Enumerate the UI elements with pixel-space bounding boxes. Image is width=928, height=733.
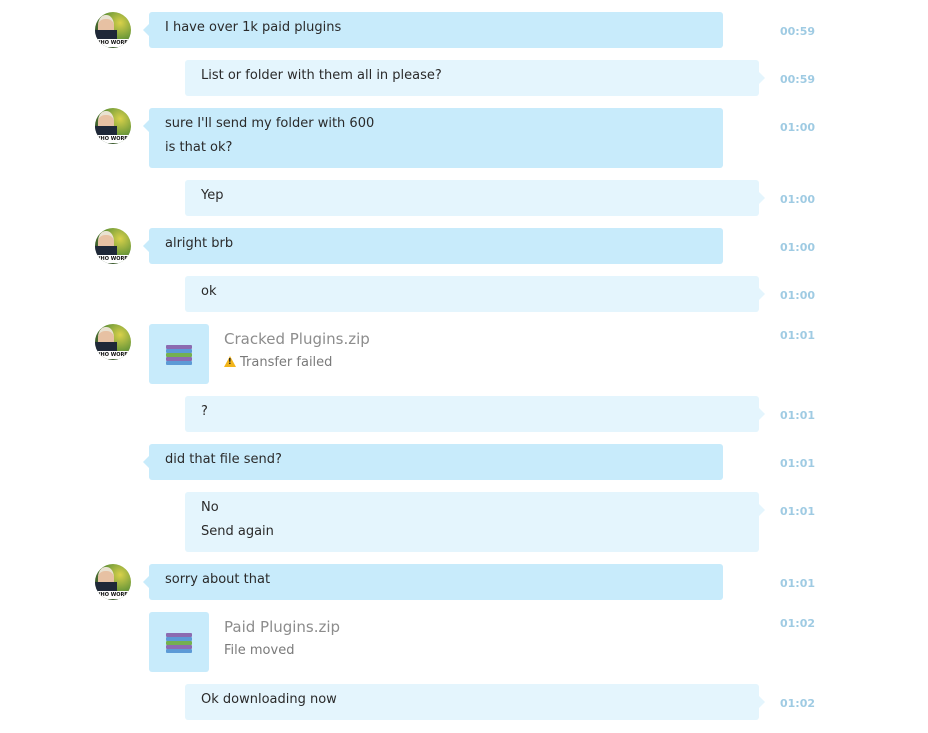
message-text: I have over 1k paid plugins bbox=[165, 20, 342, 35]
message-timestamp: 01:01 bbox=[780, 409, 816, 422]
message-text: is that ok? bbox=[165, 140, 233, 155]
file-status-text: Transfer failed bbox=[240, 355, 333, 370]
contact-avatar[interactable]: WHO WORE IT BETTER bbox=[95, 564, 131, 600]
message-text: ? bbox=[201, 404, 208, 419]
message-timestamp: 01:01 bbox=[780, 505, 816, 518]
contact-avatar[interactable]: WHO WORE IT BETTER bbox=[95, 12, 131, 48]
message-bubble-outgoing[interactable]: No Send again bbox=[185, 492, 765, 552]
message-text: sorry about that bbox=[165, 572, 271, 587]
winrar-archive-icon bbox=[166, 633, 192, 653]
message-bubble-incoming[interactable]: did that file send? bbox=[143, 444, 723, 480]
message-bubble-incoming[interactable]: I have over 1k paid plugins bbox=[143, 12, 723, 48]
avatar-caption: WHO WORE IT BETTER bbox=[95, 255, 131, 263]
message-bubble-outgoing[interactable]: ? bbox=[185, 396, 765, 432]
file-name[interactable]: Paid Plugins.zip bbox=[224, 618, 340, 636]
message-text: Yep bbox=[201, 188, 224, 203]
message-timestamp: 01:01 bbox=[780, 329, 816, 342]
message-bubble-incoming[interactable]: sure I'll send my folder with 600 is tha… bbox=[143, 108, 723, 168]
message-text: ok bbox=[201, 284, 217, 299]
message-timestamp: 00:59 bbox=[780, 25, 816, 38]
message-timestamp: 01:01 bbox=[780, 457, 816, 470]
message-timestamp: 01:00 bbox=[780, 121, 816, 134]
warning-icon bbox=[224, 356, 236, 367]
message-text: did that file send? bbox=[165, 452, 282, 467]
message-text: sure I'll send my folder with 600 bbox=[165, 116, 375, 131]
message-bubble-outgoing[interactable]: Ok downloading now bbox=[185, 684, 765, 720]
chat-conversation: WHO WORE IT BETTER I have over 1k paid p… bbox=[0, 0, 928, 733]
file-status-text: File moved bbox=[224, 643, 295, 658]
contact-avatar[interactable]: WHO WORE IT BETTER bbox=[95, 228, 131, 264]
message-bubble-incoming[interactable]: sorry about that bbox=[143, 564, 723, 600]
message-timestamp: 00:59 bbox=[780, 73, 816, 86]
message-text: alright brb bbox=[165, 236, 234, 251]
file-thumbnail[interactable] bbox=[149, 324, 209, 384]
message-timestamp: 01:00 bbox=[780, 193, 816, 206]
avatar-caption: WHO WORE IT BETTER bbox=[95, 39, 131, 47]
message-timestamp: 01:02 bbox=[780, 697, 816, 710]
message-bubble-outgoing[interactable]: List or folder with them all in please? bbox=[185, 60, 765, 96]
contact-avatar[interactable]: WHO WORE IT BETTER bbox=[95, 108, 131, 144]
message-text: Ok downloading now bbox=[201, 692, 337, 707]
winrar-archive-icon bbox=[166, 345, 192, 365]
file-transfer-status: Transfer failed bbox=[224, 355, 332, 370]
avatar-caption: WHO WORE IT BETTER bbox=[95, 591, 131, 599]
message-text: Send again bbox=[201, 524, 274, 539]
message-bubble-outgoing[interactable]: ok bbox=[185, 276, 765, 312]
message-text: No bbox=[201, 500, 219, 515]
file-thumbnail[interactable] bbox=[149, 612, 209, 672]
contact-avatar[interactable]: WHO WORE IT BETTER bbox=[95, 324, 131, 360]
message-text: List or folder with them all in please? bbox=[201, 68, 442, 83]
message-bubble-outgoing[interactable]: Yep bbox=[185, 180, 765, 216]
message-timestamp: 01:02 bbox=[780, 617, 816, 630]
file-name[interactable]: Cracked Plugins.zip bbox=[224, 330, 370, 348]
message-timestamp: 01:01 bbox=[780, 577, 816, 590]
message-timestamp: 01:00 bbox=[780, 289, 816, 302]
message-bubble-incoming[interactable]: alright brb bbox=[143, 228, 723, 264]
avatar-caption: WHO WORE IT BETTER bbox=[95, 351, 131, 359]
avatar-caption: WHO WORE IT BETTER bbox=[95, 135, 131, 143]
message-timestamp: 01:00 bbox=[780, 241, 816, 254]
